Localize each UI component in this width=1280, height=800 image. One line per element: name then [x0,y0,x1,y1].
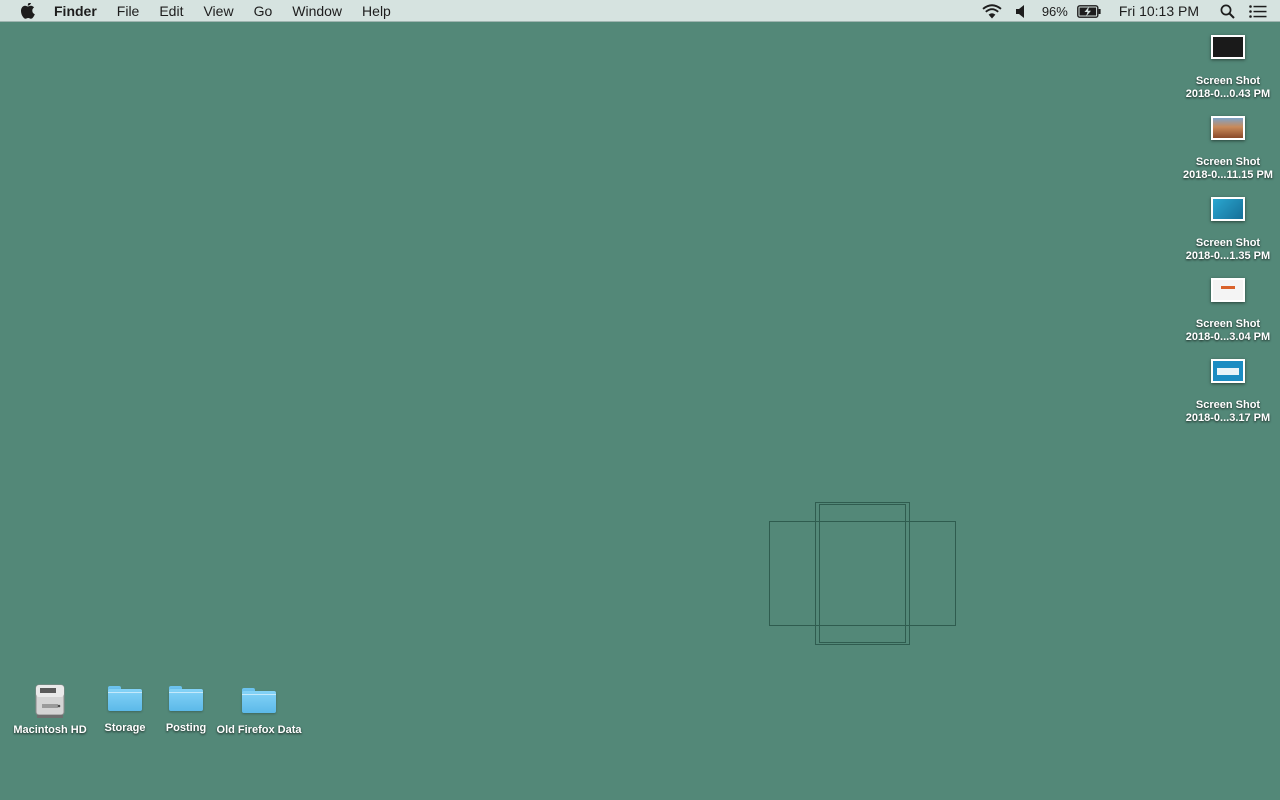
desktop-file-screenshot-3[interactable]: Screen Shot 2018-0...1.35 PM [1180,197,1276,273]
file-label-line1: Screen Shot [1195,75,1261,87]
file-label-line1: Screen Shot [1195,237,1261,249]
file-label-line2: 2018-0...3.17 PM [1185,412,1271,424]
menu-bar-left: Finder File Edit View Go Window Help [0,0,401,22]
menu-view[interactable]: View [193,0,243,22]
volume-icon[interactable] [1009,0,1035,22]
menu-file[interactable]: File [107,0,150,22]
notification-center-icon[interactable] [1242,0,1280,22]
file-label-line2: 2018-0...3.04 PM [1185,331,1271,343]
desktop-file-screenshot-5[interactable]: Screen Shot 2018-0...3.17 PM [1180,359,1276,435]
item-label: Storage [104,722,146,734]
selection-rectangle [819,504,906,643]
file-label-line2: 2018-0...11.15 PM [1183,169,1273,181]
desktop-folder-old-firefox-data[interactable]: Old Firefox Data [212,688,306,736]
menu-bar: Finder File Edit View Go Window Help 96% [0,0,1280,22]
desktop-drive-macintosh-hd[interactable]: Macintosh HD [8,684,92,736]
wifi-icon[interactable] [975,0,1009,22]
menu-clock[interactable]: Fri 10:13 PM [1109,0,1213,22]
file-label-line1: Screen Shot [1195,156,1261,168]
file-label-line2: 2018-0...1.35 PM [1185,250,1271,262]
apple-icon[interactable] [0,0,54,22]
menu-bar-status: 96% Fri 10:13 PM [975,0,1280,22]
file-label-line1: Screen Shot [1195,399,1261,411]
folder-icon [242,688,276,713]
folder-icon [108,686,142,711]
battery-percent[interactable]: 96% [1035,0,1070,22]
screenshot-thumbnail-icon [1211,278,1245,302]
folder-icon [169,686,203,711]
desktop-screenshot-column: Screen Shot 2018-0...0.43 PM Screen Shot… [1180,30,1276,435]
screenshot-thumbnail-icon [1211,197,1245,221]
desktop-file-screenshot-4[interactable]: Screen Shot 2018-0...3.04 PM [1180,278,1276,354]
item-label: Macintosh HD [13,724,87,736]
desktop-folder-posting[interactable]: Posting [156,686,216,734]
screenshot-thumbnail-icon [1211,35,1245,59]
desktop-file-screenshot-1[interactable]: Screen Shot 2018-0...0.43 PM [1180,35,1276,111]
item-label: Posting [165,722,207,734]
file-label-line2: 2018-0...0.43 PM [1185,88,1271,100]
search-icon[interactable] [1213,0,1242,22]
item-label: Old Firefox Data [216,724,302,736]
desktop-file-screenshot-2[interactable]: Screen Shot 2018-0...11.15 PM [1180,116,1276,192]
file-label-line1: Screen Shot [1195,318,1261,330]
menu-help[interactable]: Help [352,0,401,22]
desktop-folder-storage[interactable]: Storage [95,686,155,734]
screenshot-thumbnail-icon [1211,116,1245,140]
menu-edit[interactable]: Edit [149,0,193,22]
hard-drive-icon [35,684,65,718]
screenshot-thumbnail-icon [1211,359,1245,383]
menu-finder[interactable]: Finder [54,0,107,22]
menu-window[interactable]: Window [282,0,352,22]
menu-go[interactable]: Go [244,0,283,22]
battery-charging-icon[interactable] [1070,0,1109,22]
